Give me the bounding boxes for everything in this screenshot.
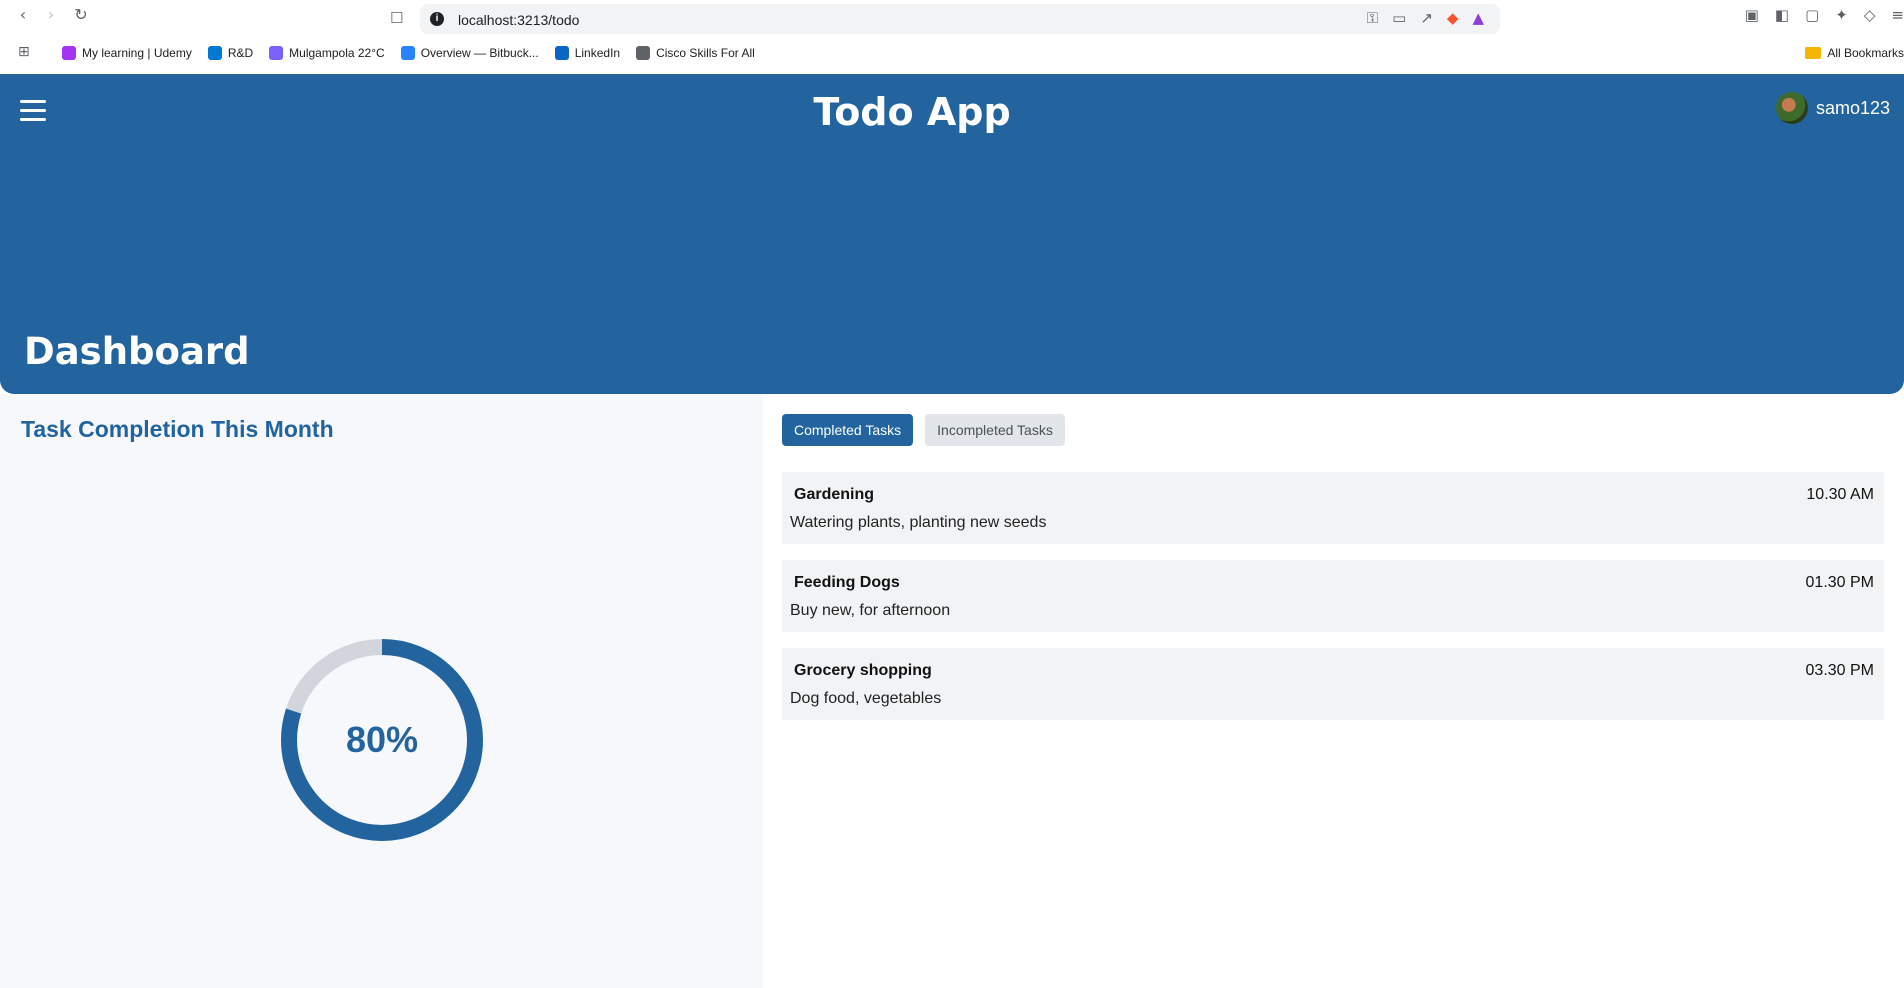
browser-actions: ▣ ◧ ▢ ✦ ◇ ≡ [1745,6,1904,24]
leo-ai-icon[interactable]: ✦ [1835,6,1848,24]
bookmark-favicon-icon [62,46,76,60]
wallet-icon[interactable]: ▢ [1805,6,1819,24]
username[interactable]: samo123 [1816,98,1890,119]
task-time: 03.30 PM [1805,662,1874,679]
app-title: Todo App [813,90,1011,134]
bookmark-favicon-icon [636,46,651,60]
brave-shield-icon[interactable]: ◆ [1447,9,1459,27]
bookmark-item[interactable]: LinkedIn [554,46,621,60]
address-bar[interactable]: i localhost:3213/todo ⚿ ▭ ↗ ◆ ▲ [420,4,1500,34]
task-description: Buy new, for afternoon [790,602,951,619]
task-card[interactable]: Feeding Dogs 01.30 PM Buy new, for after… [782,560,1884,632]
task-description: Dog food, vegetables [790,690,942,707]
tasks-panel: Completed Tasks Incompleted Tasks Garden… [763,394,1904,988]
completion-percent: 80% [345,719,419,760]
user-profile[interactable]: samo123 [1775,92,1890,124]
back-icon[interactable]: ‹ [14,6,32,24]
bookmark-item[interactable]: Overview — Bitbuck... [400,46,539,60]
bookmark-label: Cisco Skills For All [656,46,755,60]
bookmarks-bar: ⊞ My learning | Udemy R&D Mulgampola 22°C O… [0,40,1904,66]
bookmark-item[interactable]: My learning | Udemy [62,46,192,60]
bookmark-favicon-icon [400,46,415,60]
task-time: 10.30 AM [1806,486,1874,503]
task-name: Gardening [794,486,875,503]
bookmark-favicon-icon [207,46,222,60]
forward-icon[interactable]: › [42,6,60,24]
bookmark-favicon-icon [269,46,284,60]
completion-panel: Task Completion This Month 80% [0,394,763,988]
url-text[interactable]: localhost:3213/todo [458,12,579,28]
address-bar-actions: ⚿ ▭ ↗ ◆ ▲ [1367,9,1484,27]
apps-grid-icon[interactable]: ⊞ [18,44,30,60]
sidebar-icon[interactable]: ◧ [1775,6,1789,24]
task-time: 01.30 PM [1805,574,1874,591]
bookmark-icon[interactable]: ☐ [390,9,403,27]
tab-completed-tasks[interactable]: Completed Tasks [782,414,914,446]
bookmark-item[interactable]: R&D [207,46,254,60]
bookmark-label: Mulgampola 22°C [289,46,385,60]
menu-icon[interactable]: ≡ [1891,6,1904,24]
bookmark-favicon-icon [554,46,569,60]
folder-icon [1805,47,1822,59]
cast-icon[interactable]: ▭ [1392,9,1406,27]
bookmark-label: LinkedIn [574,46,621,60]
page-title: Dashboard [24,330,250,373]
tab-incompleted-tasks[interactable]: Incompleted Tasks [925,414,1065,446]
bookmark-label: Overview — Bitbuck... [420,46,539,60]
site-info-icon[interactable]: i [430,12,444,26]
bookmark-item[interactable]: Mulgampola 22°C [269,46,385,60]
all-bookmarks-label: All Bookmarks [1827,46,1904,60]
bookmark-item[interactable]: Cisco Skills For All [636,46,755,60]
all-bookmarks[interactable]: All Bookmarks [1805,46,1904,60]
brave-rewards-icon[interactable]: ▲ [1472,9,1484,27]
browser-toolbar: ‹ › ↻ ☐ i localhost:3213/todo ⚿ ▭ ↗ ◆ ▲ … [0,0,1904,34]
key-icon[interactable]: ⚿ [1367,9,1378,27]
task-name: Feeding Dogs [794,574,900,591]
reload-icon[interactable]: ↻ [72,6,90,24]
task-tabs: Completed Tasks Incompleted Tasks [782,414,1065,446]
bookmark-list: My learning | Udemy R&D Mulgampola 22°C Ove… [62,46,755,60]
avatar[interactable] [1775,92,1808,124]
task-name: Grocery shopping [794,662,932,679]
bookmark-label: R&D [227,46,254,60]
completion-title: Task Completion This Month [21,416,334,442]
task-description: Watering plants, planting new seeds [790,514,1047,531]
task-card[interactable]: Grocery shopping 03.30 PM Dog food, vege… [782,648,1884,720]
share-icon[interactable]: ↗ [1420,9,1433,27]
task-card[interactable]: Gardening 10.30 AM Watering plants, plan… [782,472,1884,544]
app-header: Todo App samo123 Dashboard [0,74,1904,394]
bookmark-label: My learning | Udemy [82,46,192,60]
vpn-icon[interactable]: ◇ [1864,6,1876,24]
tab-search-icon[interactable]: ▣ [1745,6,1759,24]
